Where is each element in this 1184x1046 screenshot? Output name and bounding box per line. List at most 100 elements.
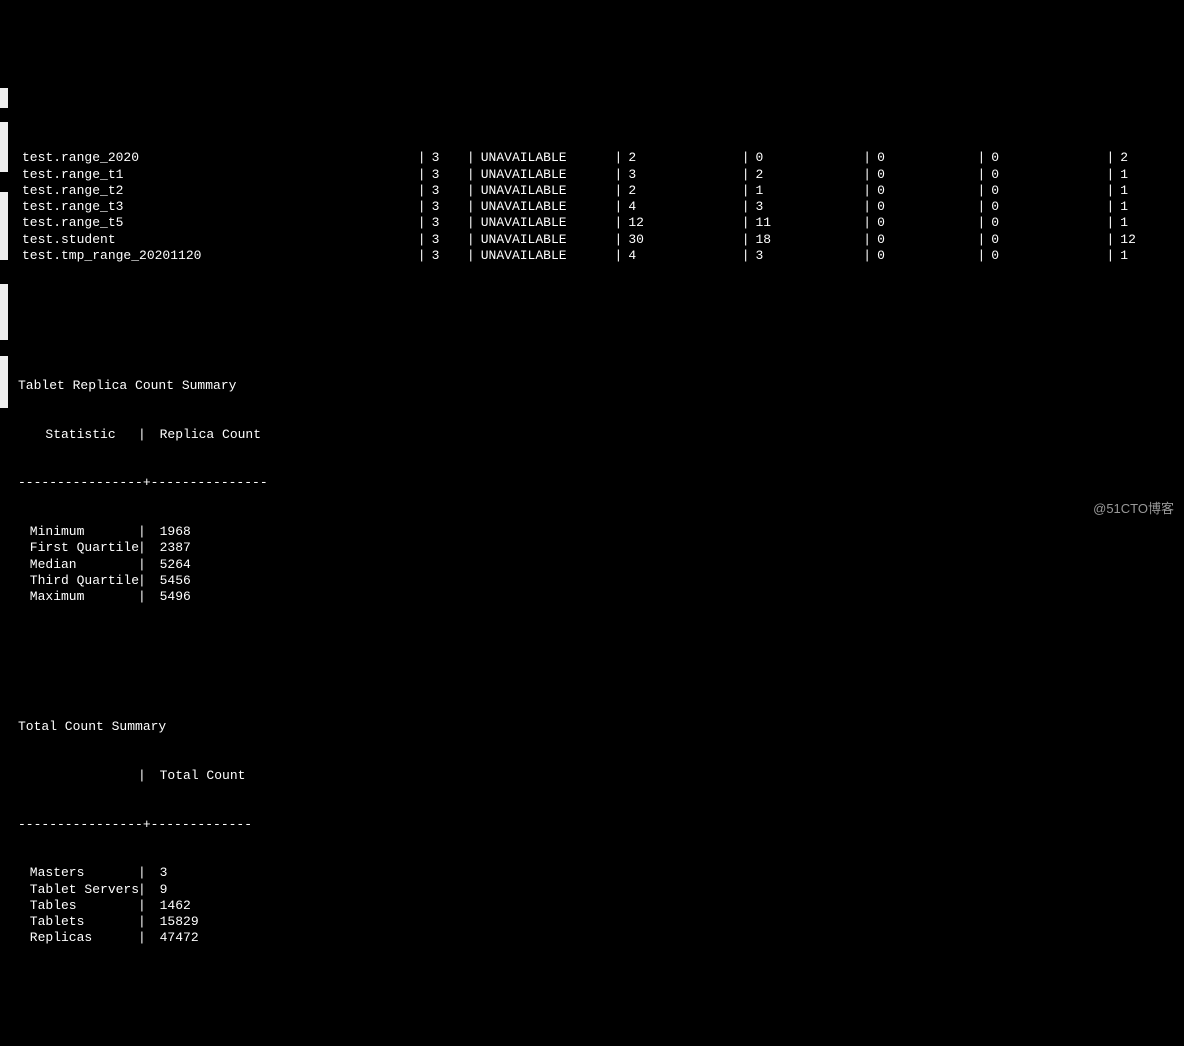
main-table-body: test.range_2020|3|UNAVAILABLE|2|0|0|0|2t… — [18, 150, 1176, 264]
stat-label: Maximum — [18, 589, 138, 605]
cell-c5: 0 — [877, 167, 977, 183]
cell-c5: 0 — [877, 150, 977, 166]
cell-c3: 2 — [628, 150, 741, 166]
stat-value: 47472 — [152, 930, 352, 946]
cell-c6: 0 — [991, 167, 1106, 183]
stat-label: Tablet Servers — [18, 882, 138, 898]
cell-c6: 0 — [991, 248, 1106, 264]
stat-row: First Quartile | 2387 — [18, 540, 1176, 556]
cell-c1: 3 — [432, 183, 467, 199]
cell-c7: 1 — [1120, 183, 1176, 199]
header-stat — [18, 768, 138, 784]
cell-c1: 3 — [432, 232, 467, 248]
stat-value: 15829 — [152, 914, 352, 930]
blank-line — [18, 995, 1176, 1011]
cell-name: test.range_t3 — [18, 199, 418, 215]
stat-label: Masters — [18, 865, 138, 881]
stat-value: 1968 — [152, 524, 352, 540]
table-row: test.range_t1|3|UNAVAILABLE|3|2|0|0|1 — [18, 167, 1176, 183]
cell-c7: 2 — [1120, 150, 1176, 166]
terminal-output: test.range_2020|3|UNAVAILABLE|2|0|0|0|2t… — [0, 98, 1184, 1046]
stat-row: Third Quartile | 5456 — [18, 573, 1176, 589]
cell-c6: 0 — [991, 183, 1106, 199]
watermark: @51CTO博客 — [1093, 501, 1174, 517]
stat-label: Third Quartile — [18, 573, 138, 589]
cell-name: test.range_t5 — [18, 215, 418, 231]
cell-name: test.range_2020 — [18, 150, 418, 166]
stat-label: Replicas — [18, 930, 138, 946]
cell-name: test.tmp_range_20201120 — [18, 248, 418, 264]
cell-c2: UNAVAILABLE — [481, 215, 615, 231]
cell-c2: UNAVAILABLE — [481, 248, 615, 264]
cell-c2: UNAVAILABLE — [481, 199, 615, 215]
cell-c7: 1 — [1120, 167, 1176, 183]
cell-c7: 1 — [1120, 199, 1176, 215]
table-row: test.range_t5|3|UNAVAILABLE|12|11|0|0|1 — [18, 215, 1176, 231]
header-val: Total Count — [152, 768, 246, 784]
stat-label: Tablets — [18, 914, 138, 930]
cell-c6: 0 — [991, 215, 1106, 231]
stat-value: 9 — [152, 882, 352, 898]
cell-c1: 3 — [432, 167, 467, 183]
editor-gutter — [0, 0, 8, 523]
cell-c4: 3 — [756, 248, 864, 264]
stat-row: Masters | 3 — [18, 865, 1176, 881]
replica-summary-divider: ----------------+--------------- — [18, 475, 1176, 491]
cell-c3: 30 — [628, 232, 741, 248]
cell-c3: 4 — [628, 199, 741, 215]
stat-row: Minimum | 1968 — [18, 524, 1176, 540]
cell-c4: 2 — [756, 167, 864, 183]
replica-summary-body: Minimum | 1968 First Quartile | 2387 Med… — [18, 524, 1176, 605]
stat-label: Minimum — [18, 524, 138, 540]
table-row: test.range_t3|3|UNAVAILABLE|4|3|0|0|1 — [18, 199, 1176, 215]
total-summary-header: | Total Count — [18, 768, 1176, 784]
table-row: test.range_t2|3|UNAVAILABLE|2|1|0|0|1 — [18, 183, 1176, 199]
total-summary-title: Total Count Summary — [18, 719, 1176, 735]
cell-c3: 3 — [628, 167, 741, 183]
cell-c5: 0 — [877, 232, 977, 248]
cell-c5: 0 — [877, 199, 977, 215]
cell-c3: 12 — [628, 215, 741, 231]
cell-name: test.range_t1 — [18, 167, 418, 183]
cell-c4: 18 — [756, 232, 864, 248]
cell-c4: 3 — [756, 199, 864, 215]
cell-c7: 1 — [1120, 215, 1176, 231]
stat-row: Tablet Servers | 9 — [18, 882, 1176, 898]
stat-value: 3 — [152, 865, 352, 881]
header-val: Replica Count — [152, 427, 261, 443]
cell-c1: 3 — [432, 248, 467, 264]
replica-summary-title: Tablet Replica Count Summary — [18, 378, 1176, 394]
stat-label: Median — [18, 557, 138, 573]
table-row: test.student|3|UNAVAILABLE|30|18|0|0|12 — [18, 232, 1176, 248]
replica-summary-header: Statistic | Replica Count — [18, 427, 1176, 443]
cell-c5: 0 — [877, 215, 977, 231]
cell-c2: UNAVAILABLE — [481, 150, 615, 166]
total-summary-divider: ----------------+------------- — [18, 817, 1176, 833]
cell-c6: 0 — [991, 232, 1106, 248]
stat-value: 5496 — [152, 589, 352, 605]
table-row: test.range_2020|3|UNAVAILABLE|2|0|0|0|2 — [18, 150, 1176, 166]
stat-value: 1462 — [152, 898, 352, 914]
cell-c7: 1 — [1120, 248, 1176, 264]
cell-c2: UNAVAILABLE — [481, 167, 615, 183]
blank-line — [18, 654, 1176, 670]
stat-row: Maximum | 5496 — [18, 589, 1176, 605]
cell-name: test.range_t2 — [18, 183, 418, 199]
cell-c3: 2 — [628, 183, 741, 199]
cell-c6: 0 — [991, 150, 1106, 166]
table-row: test.tmp_range_20201120|3|UNAVAILABLE|4|… — [18, 248, 1176, 264]
total-summary-body: Masters | 3 Tablet Servers | 9 Tables | … — [18, 865, 1176, 946]
cell-c7: 12 — [1120, 232, 1176, 248]
cell-c2: UNAVAILABLE — [481, 183, 615, 199]
cell-c6: 0 — [991, 199, 1106, 215]
cell-c5: 0 — [877, 248, 977, 264]
header-stat: Statistic — [18, 427, 138, 443]
stat-value: 5264 — [152, 557, 352, 573]
cell-c4: 11 — [756, 215, 864, 231]
cell-c1: 3 — [432, 150, 467, 166]
cell-name: test.student — [18, 232, 418, 248]
stat-value: 2387 — [152, 540, 352, 556]
blank-line — [18, 313, 1176, 329]
stat-row: Tables | 1462 — [18, 898, 1176, 914]
stat-label: Tables — [18, 898, 138, 914]
